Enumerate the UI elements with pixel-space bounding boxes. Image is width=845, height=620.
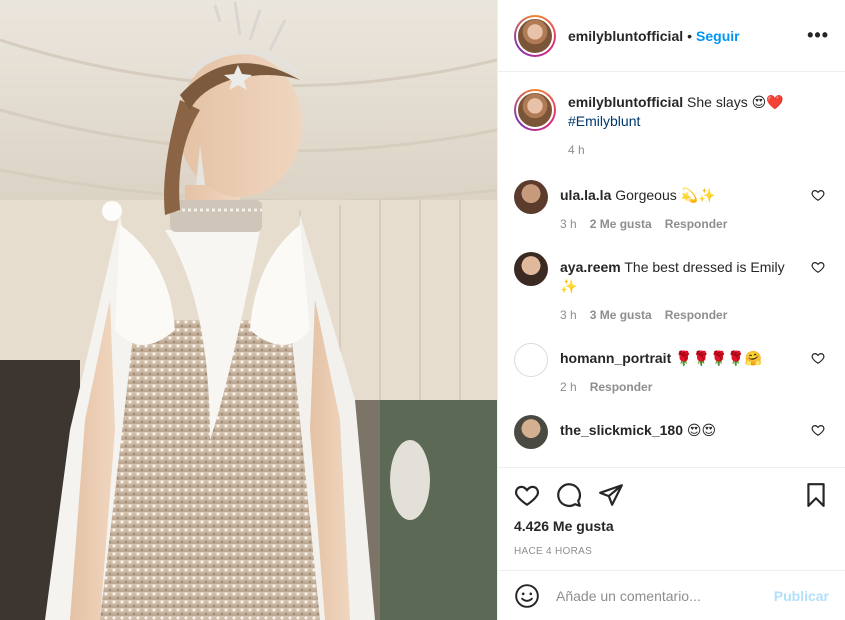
like-heart-icon[interactable] (514, 482, 540, 508)
post-side-panel: emilybluntofficial • Seguir ••• emilyblu… (497, 0, 845, 620)
emoji-smiley-icon[interactable] (514, 583, 540, 609)
author-avatar[interactable] (514, 14, 556, 57)
caption: emilybluntofficial She slays 😍❤️ #Emilyb… (514, 89, 829, 160)
comment-likes[interactable]: 2 Me gusta (590, 215, 652, 234)
caption-text: She slays 😍❤️ (687, 94, 784, 110)
comment-bubble-icon[interactable] (556, 482, 582, 508)
comment-likes[interactable]: 3 Me gusta (590, 306, 652, 325)
caption-avatar[interactable] (514, 89, 556, 131)
comment-text: 😍😍 (686, 422, 717, 438)
caption-time: 4 h (568, 143, 585, 157)
follow-button[interactable]: Seguir (696, 28, 740, 44)
caption-username[interactable]: emilybluntofficial (568, 94, 683, 110)
caption-hashtag[interactable]: #Emilyblunt (568, 113, 640, 129)
reply-button[interactable]: Responder (590, 378, 653, 397)
comments-list[interactable]: emilybluntofficial She slays 😍❤️ #Emilyb… (498, 73, 845, 467)
comment-time: 3 h (560, 217, 577, 231)
comment-text: 🌹🌹🌹🌹🤗 (675, 350, 763, 366)
publish-button[interactable]: Publicar (774, 588, 829, 604)
post-photo[interactable] (0, 0, 497, 620)
comment-body: ula.la.la Gorgeous 💫✨ 3 h 2 Me gusta Res… (560, 180, 829, 234)
like-comment-heart-icon[interactable] (811, 260, 825, 274)
action-icons (514, 480, 829, 510)
comment-item: the_slickmick_180 😍😍 (514, 415, 829, 449)
like-comment-heart-icon[interactable] (811, 188, 825, 202)
caption-body: emilybluntofficial She slays 😍❤️ #Emilyb… (568, 89, 829, 160)
comment-username[interactable]: aya.reem (560, 259, 621, 275)
likes-count[interactable]: 4.426 Me gusta (514, 518, 829, 534)
comment-meta: 3 h 2 Me gusta Responder (560, 215, 829, 234)
separator-dot: • (687, 27, 693, 44)
comment-time: 2 h (560, 380, 577, 394)
comment-item: ula.la.la Gorgeous 💫✨ 3 h 2 Me gusta Res… (514, 180, 829, 234)
comment-username[interactable]: ula.la.la (560, 187, 611, 203)
comment-username[interactable]: the_slickmick_180 (560, 422, 683, 438)
reply-button[interactable]: Responder (665, 215, 728, 234)
add-comment-bar: Publicar (498, 570, 845, 620)
commenter-avatar[interactable] (514, 180, 548, 214)
post-header: emilybluntofficial • Seguir ••• (498, 0, 845, 72)
comment-meta: 2 h Responder (560, 378, 829, 397)
comment-body: the_slickmick_180 😍😍 (560, 415, 829, 449)
instagram-post-view: emilybluntofficial • Seguir ••• emilyblu… (0, 0, 845, 620)
comment-body: aya.reem The best dressed is Emily ✨ 3 h… (560, 252, 829, 325)
like-comment-heart-icon[interactable] (811, 351, 825, 365)
save-bookmark-icon[interactable] (803, 482, 829, 508)
commenter-avatar[interactable] (514, 252, 548, 286)
share-send-icon[interactable] (598, 482, 624, 508)
comment-item: aya.reem The best dressed is Emily ✨ 3 h… (514, 252, 829, 325)
reply-button[interactable]: Responder (665, 306, 728, 325)
commenter-avatar[interactable] (514, 415, 548, 449)
caption-meta: 4 h (568, 141, 829, 160)
like-comment-heart-icon[interactable] (811, 423, 825, 437)
post-actions: 4.426 Me gusta HACE 4 HORAS (498, 467, 845, 572)
comment-item: homann_portrait 🌹🌹🌹🌹🤗 2 h Responder (514, 343, 829, 397)
more-options-icon[interactable]: ••• (807, 25, 829, 46)
post-photo-illustration (0, 0, 497, 620)
commenter-avatar[interactable] (514, 343, 548, 377)
comment-meta: 3 h 3 Me gusta Responder (560, 306, 805, 325)
comment-input[interactable] (556, 587, 774, 604)
comment-time: 3 h (560, 308, 577, 322)
comment-username[interactable]: homann_portrait (560, 350, 671, 366)
comment-body: homann_portrait 🌹🌹🌹🌹🤗 2 h Responder (560, 343, 829, 397)
comment-text: Gorgeous 💫✨ (615, 187, 716, 203)
posted-time: HACE 4 HORAS (514, 546, 593, 557)
author-username[interactable]: emilybluntofficial (568, 28, 683, 44)
